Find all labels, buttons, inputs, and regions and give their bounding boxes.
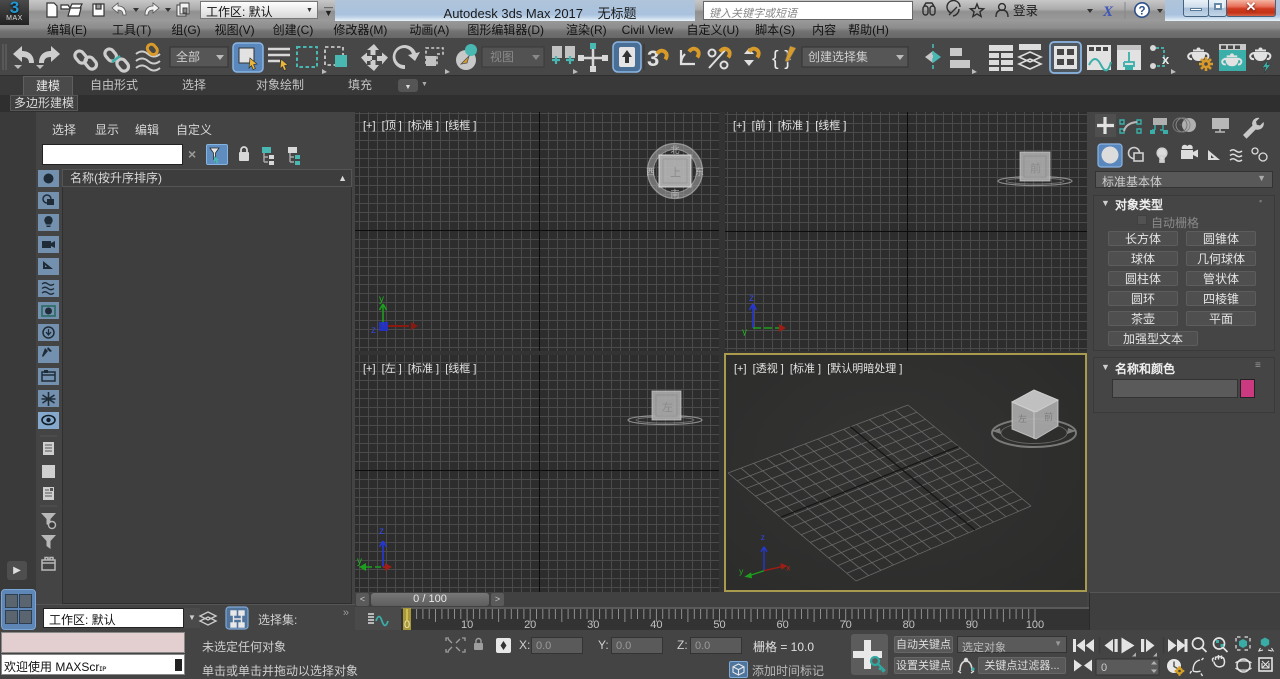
svg-text:视图: 视图 <box>490 49 514 64</box>
svg-text:y: y <box>742 327 747 336</box>
svg-text:上: 上 <box>670 166 681 179</box>
svg-text:x: x <box>1162 52 1170 67</box>
svg-text:y: y <box>379 294 384 305</box>
svg-text:90: 90 <box>966 619 978 630</box>
svg-text:左: 左 <box>1018 413 1027 424</box>
svg-text:z: z <box>371 325 376 334</box>
svg-text:0: 0 <box>1101 662 1107 674</box>
svg-text:z: z <box>761 533 765 542</box>
svg-text:20: 20 <box>524 619 536 630</box>
svg-text:10: 10 <box>461 619 473 630</box>
svg-text:登录: 登录 <box>1013 3 1038 18</box>
svg-text:左: 左 <box>662 401 673 414</box>
svg-text:北: 北 <box>671 145 680 155</box>
svg-text:X: X <box>1102 4 1114 20</box>
svg-text:y: y <box>739 566 744 576</box>
svg-text:z: z <box>379 527 384 537</box>
svg-text:西: 西 <box>646 167 655 177</box>
svg-text:z: z <box>749 294 754 304</box>
svg-text:东: 东 <box>695 166 704 177</box>
svg-text:3: 3 <box>647 46 659 71</box>
svg-text:南: 南 <box>671 188 680 199</box>
svg-text:全部: 全部 <box>176 49 200 64</box>
svg-text:y: y <box>357 556 362 567</box>
svg-text:100: 100 <box>1026 619 1044 630</box>
svg-text:30: 30 <box>587 619 599 630</box>
svg-text:前: 前 <box>1044 411 1053 422</box>
svg-text:80: 80 <box>903 619 915 630</box>
svg-text:40: 40 <box>650 619 662 630</box>
svg-text:50: 50 <box>713 619 725 630</box>
svg-text:x: x <box>786 563 790 573</box>
svg-text:70: 70 <box>840 619 852 630</box>
svg-text:创建选择集: 创建选择集 <box>808 49 868 64</box>
svg-text:60: 60 <box>776 619 788 630</box>
svg-text:?: ? <box>1139 6 1146 18</box>
svg-text:0: 0 <box>404 619 410 630</box>
svg-text:前: 前 <box>1030 161 1041 175</box>
